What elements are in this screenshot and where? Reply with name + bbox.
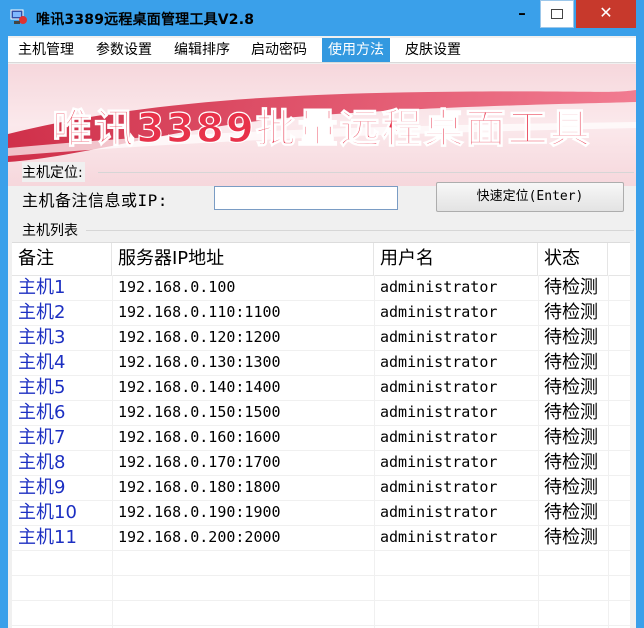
host-list[interactable]: 备注 服务器IP地址 用户名 状态 主机1 192.168.0.100 admini… [12, 242, 630, 628]
host-username-cell: administrator [380, 403, 498, 421]
locate-group-line [98, 172, 634, 173]
host-note-cell: 主机6 [18, 402, 66, 423]
host-status-cell: 待检测 [544, 377, 598, 398]
table-row[interactable]: 主机1 192.168.0.100 administrator 待检测 [12, 275, 630, 301]
table-row[interactable]: 主机10 192.168.0.190:1900 administrator 待检测 [12, 500, 630, 526]
host-note-cell: 主机11 [18, 527, 77, 548]
title-bar[interactable]: 唯讯3389远程桌面管理工具V2.8 – ✕ [0, 0, 644, 36]
host-ip-cell: 192.168.0.130:1300 [118, 353, 281, 371]
search-label: 主机备注信息或IP: [22, 191, 168, 210]
table-row[interactable]: 主机8 192.168.0.170:1700 administrator 待检测 [12, 450, 630, 476]
host-ip-cell: 192.168.0.160:1600 [118, 428, 281, 446]
table-row[interactable]: 主机11 192.168.0.200:2000 administrator 待检测 [12, 525, 630, 551]
host-username-cell: administrator [380, 378, 498, 396]
host-note-cell: 主机5 [18, 377, 66, 398]
banner-title: 唯讯3389批量远程桌面工具 [52, 106, 591, 152]
table-row[interactable]: 主机5 192.168.0.140:1400 administrator 待检测 [12, 375, 630, 401]
column-note[interactable]: 备注 [12, 243, 112, 275]
menu-edit-sort[interactable]: 编辑排序 [168, 38, 236, 62]
host-note-cell: 主机3 [18, 327, 66, 348]
table-row[interactable]: 主机9 192.168.0.180:1800 administrator 待检测 [12, 475, 630, 501]
host-note-cell: 主机1 [18, 277, 66, 298]
empty-row-line [12, 625, 630, 626]
column-ip[interactable]: 服务器IP地址 [112, 243, 374, 275]
list-group-line [86, 230, 634, 231]
list-header: 备注 服务器IP地址 用户名 状态 [12, 243, 630, 276]
host-status-cell: 待检测 [544, 327, 598, 348]
host-username-cell: administrator [380, 453, 498, 471]
host-username-cell: administrator [380, 503, 498, 521]
menu-params[interactable]: 参数设置 [90, 38, 158, 62]
host-ip-cell: 192.168.0.140:1400 [118, 378, 281, 396]
maximize-icon [551, 9, 563, 19]
window-title: 唯讯3389远程桌面管理工具V2.8 [36, 12, 255, 28]
host-username-cell: administrator [380, 278, 498, 296]
host-ip-cell: 192.168.0.110:1100 [118, 303, 281, 321]
host-username-cell: administrator [380, 303, 498, 321]
host-status-cell: 待检测 [544, 352, 598, 373]
table-row[interactable]: 主机3 192.168.0.120:1200 administrator 待检测 [12, 325, 630, 351]
host-username-cell: administrator [380, 353, 498, 371]
host-ip-cell: 192.168.0.120:1200 [118, 328, 281, 346]
table-row[interactable]: 主机7 192.168.0.160:1600 administrator 待检测 [12, 425, 630, 451]
host-username-cell: administrator [380, 428, 498, 446]
menu-bar: 主机管理 参数设置 编辑排序 启动密码 使用方法 皮肤设置 [8, 38, 636, 63]
locate-group-title: 主机定位: [22, 162, 85, 182]
host-note-cell: 主机9 [18, 477, 66, 498]
host-status-cell: 待检测 [544, 527, 598, 548]
host-status-cell: 待检测 [544, 427, 598, 448]
host-note-cell: 主机10 [18, 502, 77, 523]
host-status-cell: 待检测 [544, 477, 598, 498]
host-username-cell: administrator [380, 328, 498, 346]
banner-image: 唯讯3389批量远程桌面工具 [8, 64, 636, 186]
host-note-cell: 主机7 [18, 427, 66, 448]
host-note-cell: 主机8 [18, 452, 66, 473]
empty-row-line [12, 600, 630, 601]
table-row[interactable]: 主机6 192.168.0.150:1500 administrator 待检测 [12, 400, 630, 426]
minimize-button[interactable]: – [508, 0, 536, 28]
search-input[interactable] [214, 186, 398, 210]
host-ip-cell: 192.168.0.180:1800 [118, 478, 281, 496]
menu-skin[interactable]: 皮肤设置 [399, 38, 467, 62]
empty-row-line [12, 575, 630, 576]
column-status[interactable]: 状态 [538, 243, 608, 275]
host-status-cell: 待检测 [544, 502, 598, 523]
host-ip-cell: 192.168.0.100 [118, 278, 236, 296]
host-ip-cell: 192.168.0.150:1500 [118, 403, 281, 421]
host-ip-cell: 192.168.0.200:2000 [118, 528, 281, 546]
host-username-cell: administrator [380, 528, 498, 546]
maximize-button[interactable] [540, 0, 574, 28]
host-status-cell: 待检测 [544, 402, 598, 423]
host-status-cell: 待检测 [544, 302, 598, 323]
menu-usage[interactable]: 使用方法 [322, 38, 390, 62]
host-username-cell: administrator [380, 478, 498, 496]
client-area: 主机管理 参数设置 编辑排序 启动密码 使用方法 皮肤设置 唯讯3389批量远程… [8, 36, 636, 628]
quick-locate-button[interactable]: 快速定位(Enter) [436, 182, 624, 212]
menu-startup-password[interactable]: 启动密码 [245, 38, 313, 62]
table-row[interactable]: 主机4 192.168.0.130:1300 administrator 待检测 [12, 350, 630, 376]
menu-host-manage[interactable]: 主机管理 [12, 38, 80, 62]
host-status-cell: 待检测 [544, 277, 598, 298]
column-username[interactable]: 用户名 [374, 243, 538, 275]
table-row[interactable]: 主机2 192.168.0.110:1100 administrator 待检测 [12, 300, 630, 326]
host-status-cell: 待检测 [544, 452, 598, 473]
host-note-cell: 主机2 [18, 302, 66, 323]
host-ip-cell: 192.168.0.190:1900 [118, 503, 281, 521]
app-icon [10, 9, 27, 24]
host-note-cell: 主机4 [18, 352, 66, 373]
close-button[interactable]: ✕ [576, 0, 636, 28]
app-window: 唯讯3389远程桌面管理工具V2.8 – ✕ 主机管理 参数设置 编辑排序 启动… [0, 0, 644, 628]
list-group-title: 主机列表 [22, 220, 80, 240]
host-ip-cell: 192.168.0.170:1700 [118, 453, 281, 471]
